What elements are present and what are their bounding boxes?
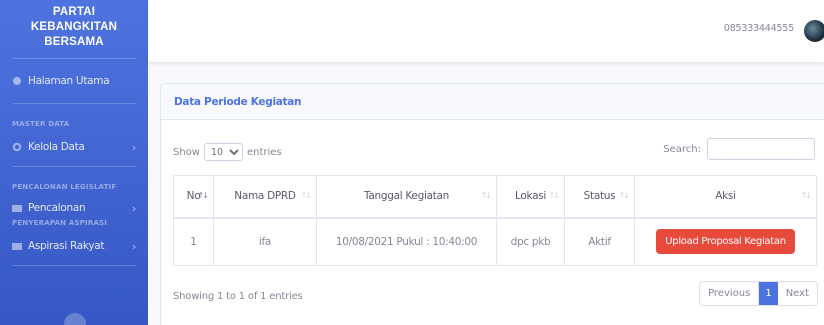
data-card: Data Periode Kegiatan Show 10 entries Se… <box>160 83 824 325</box>
column-header-status[interactable]: Status ↑↓ <box>564 175 635 219</box>
column-header-lokasi[interactable]: Lokasi ↑↓ <box>496 175 565 219</box>
brand-line: PARTAI <box>52 5 96 18</box>
search-input[interactable] <box>707 138 815 160</box>
entries-select[interactable]: 10 <box>203 143 243 161</box>
sort-icon: ↑↓ <box>548 191 560 200</box>
sidebar-item-halaman-utama[interactable]: Halaman Utama <box>0 59 148 103</box>
sort-icon: ↑↓ <box>480 191 492 200</box>
brand-line: KEBANGKITAN <box>30 20 118 33</box>
topbar: 085333444555 <box>148 0 824 62</box>
column-header-aksi[interactable]: Aksi ↑↓ <box>634 175 817 219</box>
sidebar-heading-aspirasi: PENYERAPAN ASPIRASI <box>12 219 108 227</box>
cell-status: Aktif <box>564 217 635 266</box>
pagination: Previous 1 Next <box>699 281 818 306</box>
table-info: Showing 1 to 1 of 1 entries <box>173 291 303 302</box>
search-label: Search: <box>663 143 701 155</box>
brand-logo-text[interactable]: PARTAI KEBANGKITAN BERSAMA <box>0 0 148 58</box>
folder-icon <box>12 203 22 213</box>
upload-proposal-button[interactable]: Upload Proposal Kegiatan <box>656 229 795 255</box>
column-header-label: Tanggal Kegiatan <box>363 190 450 203</box>
avatar[interactable] <box>804 20 824 42</box>
entries-label: entries <box>246 146 282 158</box>
column-header-nama-dprd[interactable]: Nama DPRD ↑↓ <box>213 175 317 219</box>
sort-icon: ↑↓ <box>300 191 312 200</box>
dashboard-icon <box>12 76 22 86</box>
sidebar-divider <box>12 265 136 266</box>
table-controls: Show 10 entries Search: <box>173 138 815 162</box>
cell-tanggal-kegiatan: 10/08/2021 Pukul : 10:40:00 <box>316 217 497 266</box>
sidebar-heading-master-data: MASTER DATA <box>12 120 70 128</box>
column-header-tanggal-kegiatan[interactable]: Tanggal Kegiatan ↑↓ <box>316 175 497 219</box>
data-table: No ↑↓ Nama DPRD ↑↓ Tanggal Kegiatan ↑↓ L… <box>173 175 817 266</box>
sidebar-item-label: Halaman Utama <box>28 75 110 87</box>
cell-nama-dprd: ifa <box>213 217 317 266</box>
pagination-next[interactable]: Next <box>778 282 817 305</box>
column-header-label: Nama DPRD <box>234 190 296 203</box>
pagination-previous[interactable]: Previous <box>700 282 760 305</box>
sidebar-item-aspirasi-rakyat[interactable]: Aspirasi Rakyat › <box>0 227 148 265</box>
show-label: Show <box>173 146 200 158</box>
chevron-right-icon: › <box>131 201 136 215</box>
sidebar-item-label: Aspirasi Rakyat <box>28 240 105 252</box>
column-header-label: Status <box>583 190 616 203</box>
sidebar-toggle-button[interactable] <box>64 313 86 325</box>
sidebar-item-kelola-data[interactable]: Kelola Data › <box>0 128 148 166</box>
table-row: 1 ifa 10/08/2021 Pukul : 10:40:00 dpc pk… <box>173 217 817 266</box>
brand-line: BERSAMA <box>44 35 104 48</box>
folder-icon <box>12 241 22 251</box>
gear-icon <box>12 142 22 152</box>
column-header-no[interactable]: No ↑↓ <box>173 175 214 219</box>
chevron-right-icon: › <box>131 239 136 253</box>
sort-icon: ↑↓ <box>618 191 630 200</box>
card-title: Data Periode Kegiatan <box>161 84 824 120</box>
column-header-label: Aksi <box>715 190 736 203</box>
sidebar-heading-pencalonan: PENCALONAN LEGISLATIF <box>12 183 117 191</box>
sort-icon: ↑↓ <box>197 191 209 200</box>
cell-aksi: Upload Proposal Kegiatan <box>634 217 817 266</box>
sort-icon: ↑↓ <box>800 191 812 200</box>
cell-no: 1 <box>173 217 214 266</box>
entries-length: Show 10 entries <box>173 143 282 161</box>
sidebar-item-label: Kelola Data <box>28 141 85 153</box>
sidebar-item-label: Pencalonan <box>28 202 86 214</box>
chevron-right-icon: › <box>131 140 136 154</box>
search-box: Search: <box>663 138 815 160</box>
pagination-page-1[interactable]: 1 <box>759 282 778 305</box>
cell-lokasi: dpc pkb <box>496 217 565 266</box>
sidebar: PARTAI KEBANGKITAN BERSAMA Halaman Utama… <box>0 0 148 325</box>
user-name[interactable]: 085333444555 <box>724 23 794 34</box>
column-header-label: Lokasi <box>514 190 546 203</box>
